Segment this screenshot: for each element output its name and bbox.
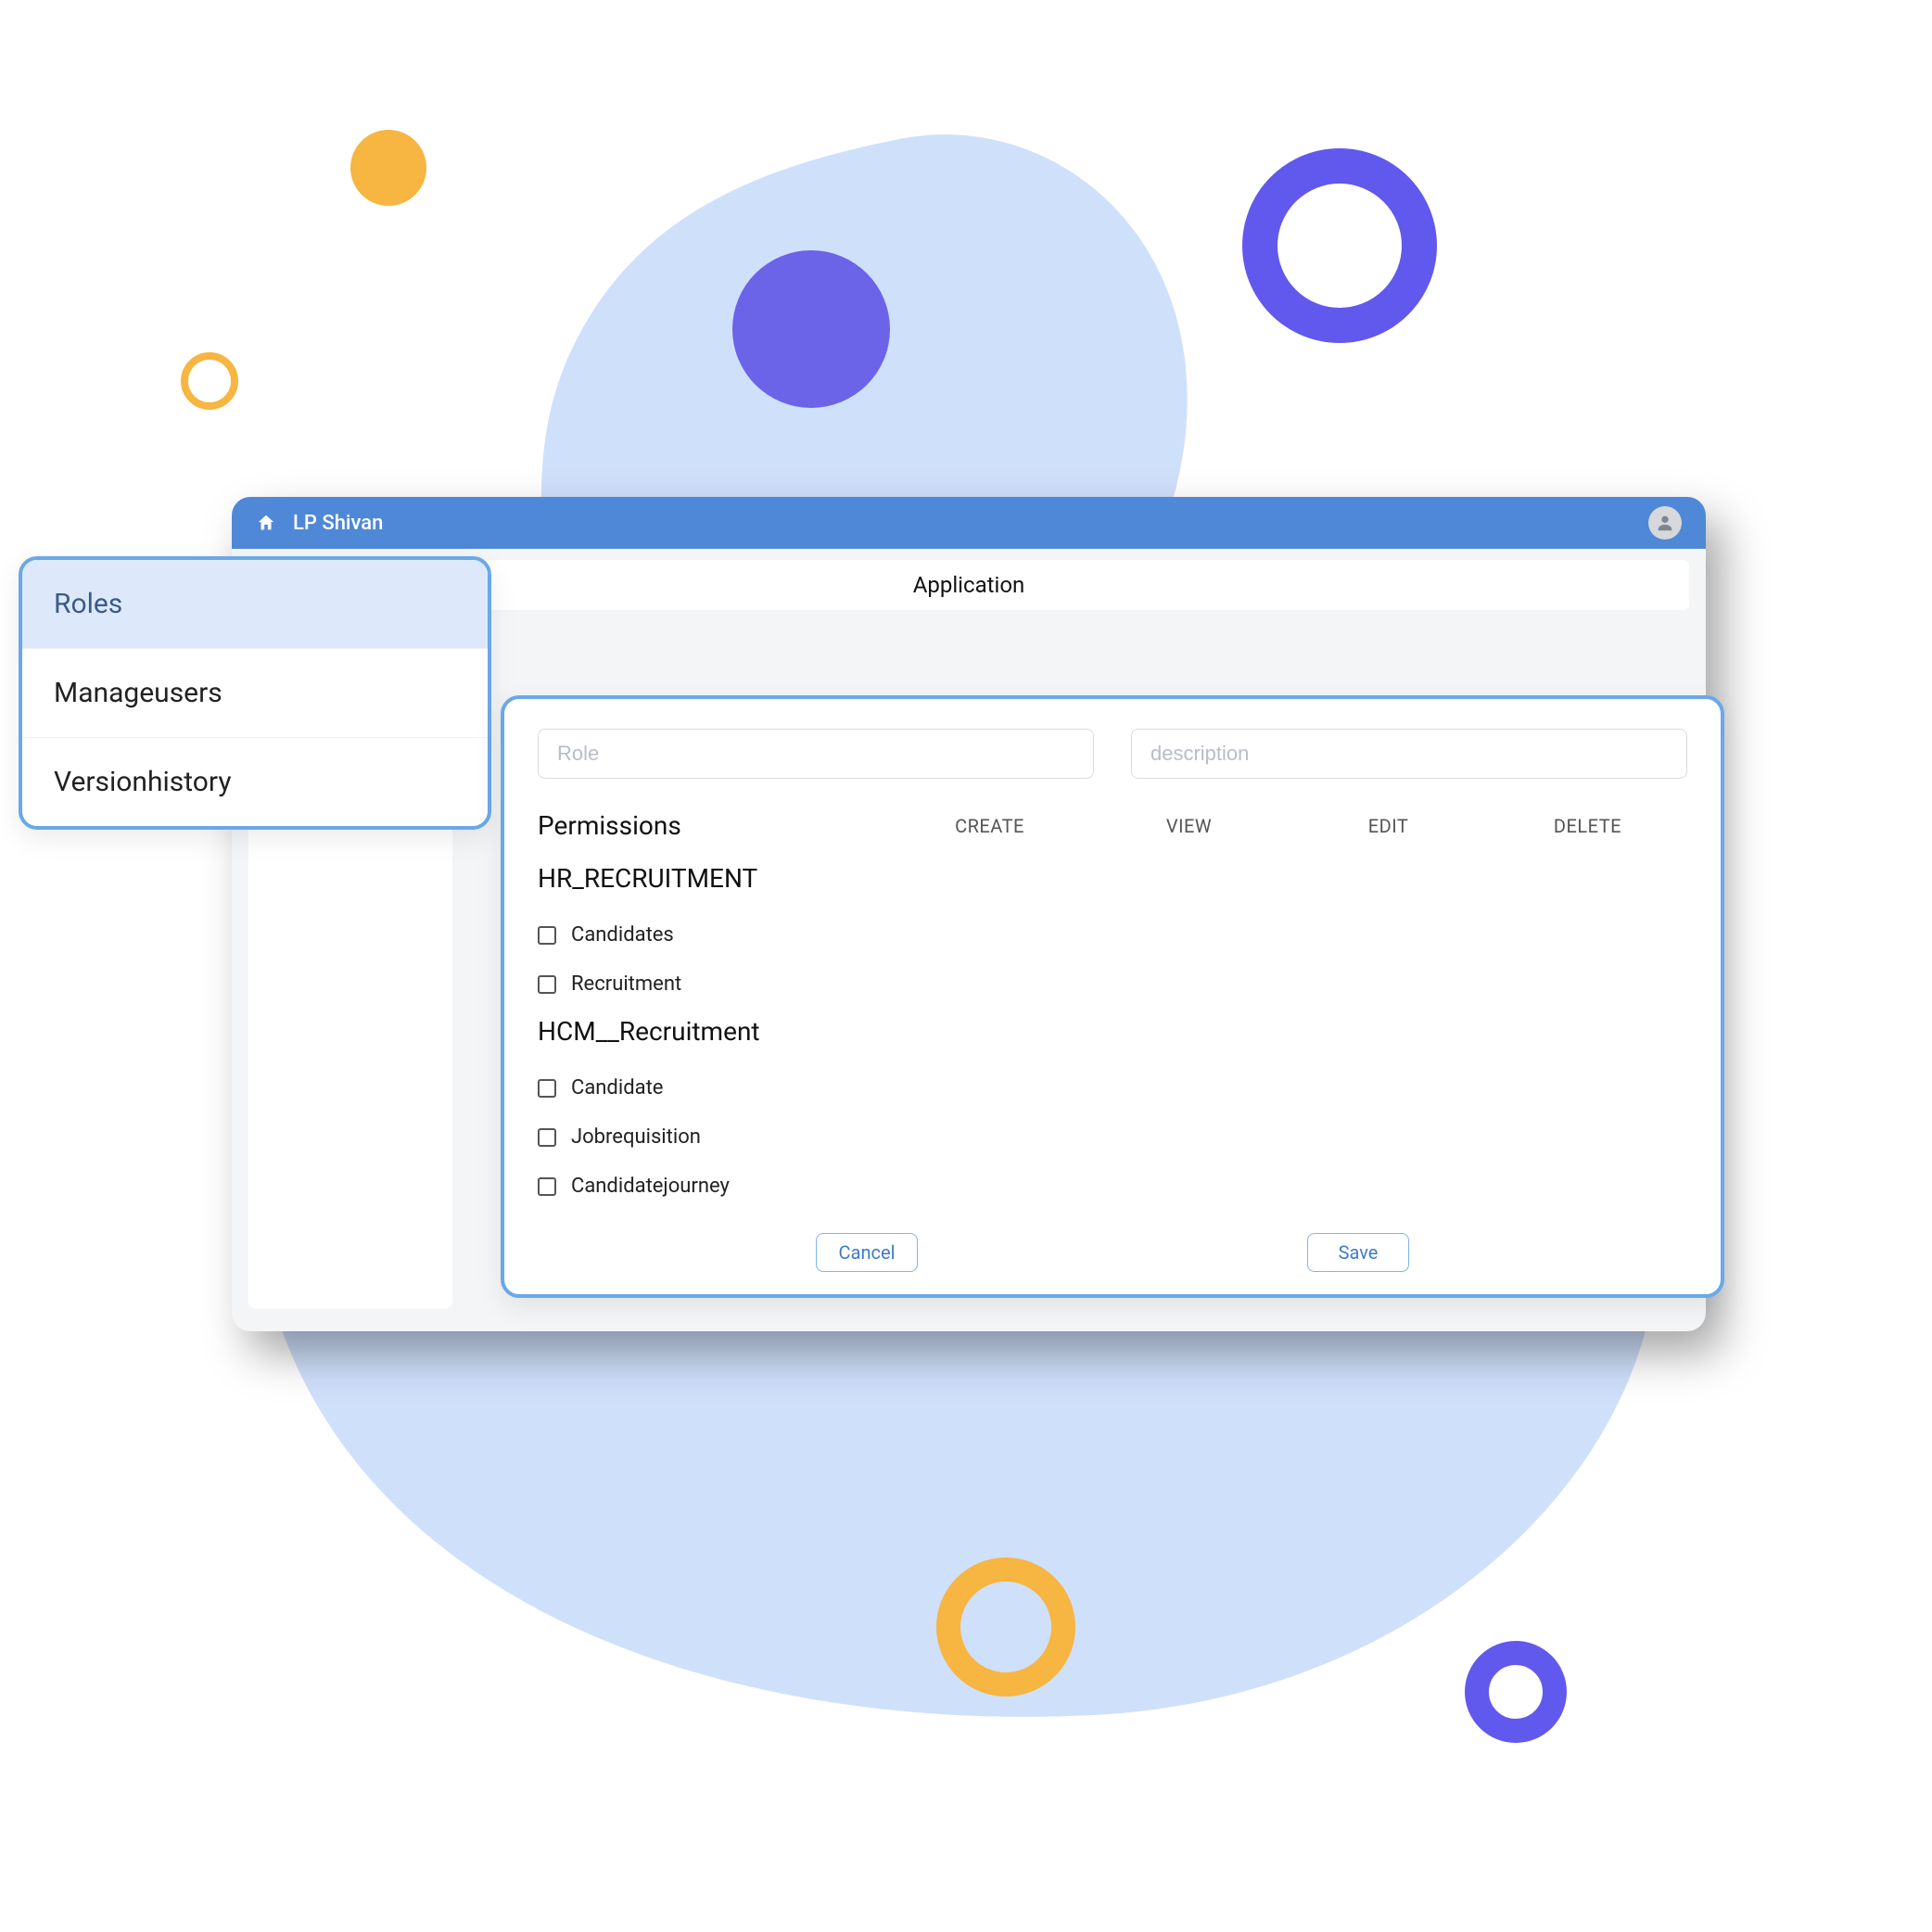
sidebar-item-label: Manageusers	[54, 677, 222, 709]
header-user-name: LP Shivan	[293, 512, 383, 535]
permission-row: Jobrequisition	[538, 1112, 1687, 1162]
description-input[interactable]	[1131, 729, 1687, 779]
permissions-title: Permissions	[538, 810, 890, 841]
permissions-header: Permissions CREATE VIEW EDIT DELETE	[538, 810, 1687, 841]
sidebar-item-roles[interactable]: Roles	[22, 560, 488, 649]
checkbox[interactable]	[538, 926, 556, 945]
sidebar-item-label: Roles	[54, 588, 122, 620]
avatar[interactable]	[1648, 506, 1682, 540]
checkbox[interactable]	[538, 1177, 556, 1196]
decor-ring-purple-bottom	[1465, 1641, 1567, 1743]
col-edit: EDIT	[1289, 815, 1488, 837]
decor-dot-purple	[732, 250, 890, 408]
checkbox[interactable]	[538, 1079, 556, 1098]
group-title: HCM__Recruitment	[538, 1016, 1687, 1047]
permission-label: Jobrequisition	[571, 1125, 701, 1149]
permission-label: Recruitment	[571, 972, 681, 996]
permission-row: Candidate	[538, 1063, 1687, 1112]
home-icon[interactable]	[256, 513, 276, 533]
checkbox[interactable]	[538, 975, 556, 994]
sidebar-item-manageusers[interactable]: Manageusers	[22, 649, 488, 738]
role-input[interactable]	[538, 729, 1094, 779]
col-delete: DELETE	[1488, 815, 1687, 837]
decor-dot-orange	[350, 130, 426, 206]
permission-row: Candidatejourney	[538, 1162, 1687, 1211]
decor-ring-orange-small	[181, 352, 238, 410]
permission-label: Candidatejourney	[571, 1175, 730, 1198]
save-button[interactable]: Save	[1307, 1233, 1409, 1272]
sidebar-item-label: Versionhistory	[54, 766, 232, 798]
sidebar-card: Roles Manageusers Versionhistory	[19, 556, 491, 830]
col-create: CREATE	[890, 815, 1089, 837]
sidebar-item-versionhistory[interactable]: Versionhistory	[22, 738, 488, 826]
titlebar: LP Shivan	[232, 497, 1706, 549]
cancel-button[interactable]: Cancel	[816, 1233, 918, 1272]
permission-row: Recruitment	[538, 960, 1687, 1009]
permission-label: Candidate	[571, 1076, 663, 1099]
decor-ring-purple-large	[1242, 148, 1437, 343]
permission-row: Candidates	[538, 910, 1687, 960]
col-view: VIEW	[1089, 815, 1289, 837]
checkbox[interactable]	[538, 1128, 556, 1147]
decor-ring-orange-bottom	[936, 1557, 1075, 1697]
permission-label: Candidates	[571, 923, 674, 947]
group-title: HR_RECRUITMENT	[538, 863, 1687, 894]
permissions-card: Permissions CREATE VIEW EDIT DELETE HR_R…	[501, 695, 1724, 1298]
